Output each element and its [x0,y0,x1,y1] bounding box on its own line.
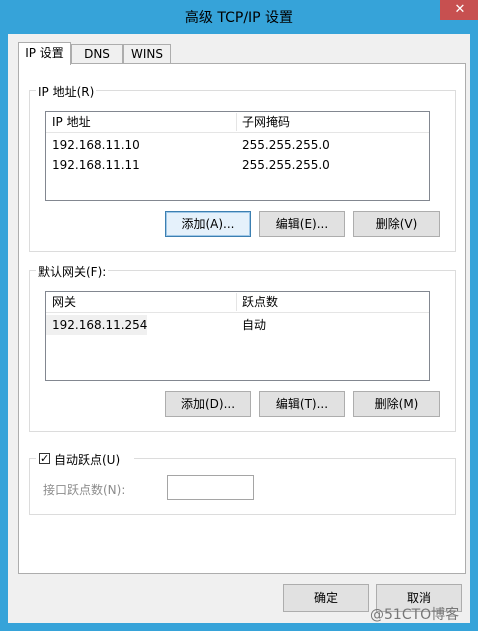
tab-ip-settings[interactable]: IP 设置 [18,42,71,65]
ip-address-list[interactable]: IP 地址 子网掩码 192.168.11.10 255.255.255.0 1… [45,111,430,201]
gateway-list-header: 网关 跃点数 [46,292,429,313]
column-header-metric[interactable]: 跃点数 [236,292,426,312]
checkmark-icon: ✓ [40,452,50,465]
metric-group: ✓ 自动跃点(U) 接口跃点数(N): [29,451,456,515]
table-row[interactable]: 192.168.11.254 自动 [46,315,429,335]
gateway-group-title: 默认网关(F): [36,263,109,280]
gateway-list[interactable]: 网关 跃点数 192.168.11.254 自动 [45,291,430,381]
window-title: 高级 TCP/IP 设置 [184,10,294,26]
ip-cell: 192.168.11.11 [52,158,140,172]
auto-metric-toggle[interactable]: ✓ 自动跃点(U) [36,451,134,467]
delete-gateway-button[interactable]: 删除(M) [353,391,440,417]
interface-metric-label: 接口跃点数(N): [43,483,126,497]
edit-ip-button[interactable]: 编辑(E)... [259,211,345,237]
close-button[interactable]: ✕ [440,0,478,20]
tab-dns[interactable]: DNS [71,44,123,63]
tab-panel: IP 地址(R) IP 地址 子网掩码 192.168.11.10 255.25… [18,63,466,574]
gateway-group: 默认网关(F): 网关 跃点数 192.168.11.254 自动 添加(D).… [29,263,456,432]
auto-metric-checkbox[interactable]: ✓ [39,453,50,464]
gateway-cell: 192.168.11.254 [46,315,148,335]
delete-ip-button[interactable]: 删除(V) [353,211,440,237]
ok-button[interactable]: 确定 [283,584,369,612]
close-icon: ✕ [454,2,466,17]
auto-metric-label: 自动跃点(U) [54,453,121,467]
metric-cell: 自动 [242,318,267,332]
dialog-window: 高级 TCP/IP 设置 ✕ IP 设置 DNS WINS IP 地址(R) I… [0,0,478,631]
mask-cell: 255.255.255.0 [242,158,330,172]
table-row[interactable]: 192.168.11.11 255.255.255.0 [46,155,429,175]
mask-cell: 255.255.255.0 [242,138,330,152]
add-ip-button[interactable]: 添加(A)... [165,211,251,237]
tab-wins[interactable]: WINS [123,44,171,63]
add-gateway-button[interactable]: 添加(D)... [165,391,251,417]
ip-cell: 192.168.11.10 [52,138,140,152]
table-row[interactable]: 192.168.11.10 255.255.255.0 [46,135,429,155]
column-header-gateway[interactable]: 网关 [46,292,236,312]
column-header-mask[interactable]: 子网掩码 [236,112,426,132]
edit-gateway-button[interactable]: 编辑(T)... [259,391,345,417]
interface-metric-input[interactable] [167,475,254,500]
title-bar[interactable]: 高级 TCP/IP 设置 ✕ [8,0,478,34]
ip-address-group: IP 地址(R) IP 地址 子网掩码 192.168.11.10 255.25… [29,83,456,252]
ip-list-header: IP 地址 子网掩码 [46,112,429,133]
watermark: @51CTO博客 [370,607,460,623]
column-header-ip[interactable]: IP 地址 [46,112,236,132]
ip-group-title: IP 地址(R) [36,83,97,100]
